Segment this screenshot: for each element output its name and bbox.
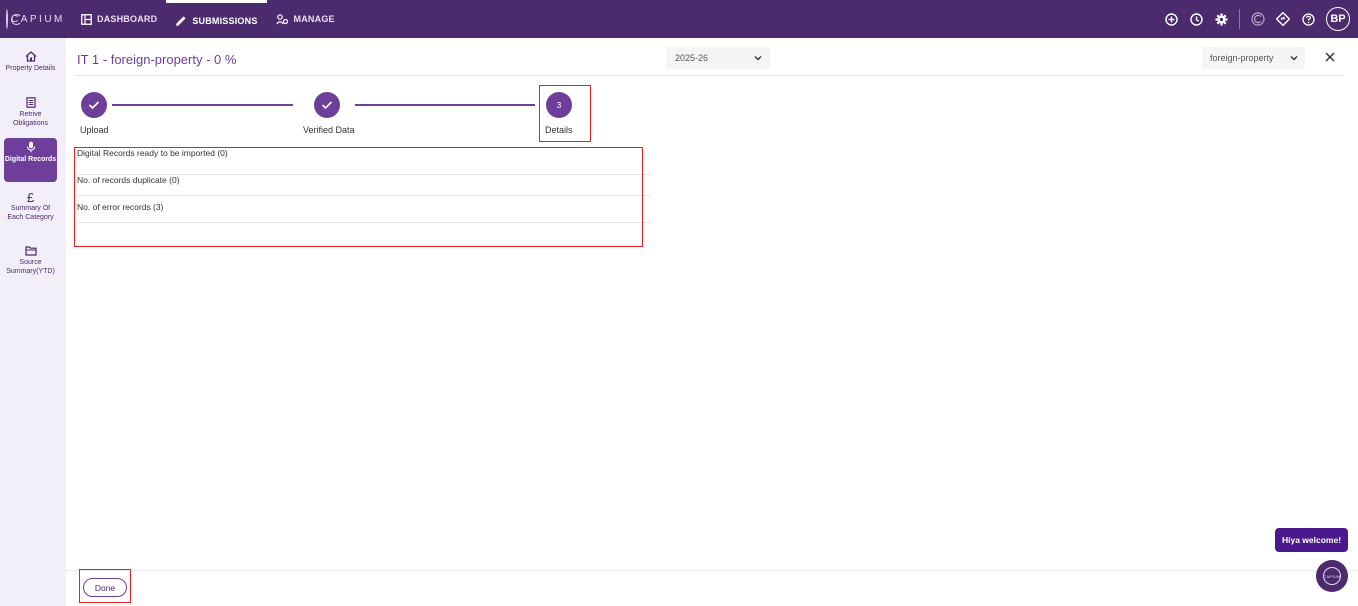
capium-logo-icon <box>6 9 22 29</box>
property-type-select[interactable]: foreign-property <box>1202 47 1305 69</box>
capium-chat-logo-icon: CAPIUM <box>1323 567 1341 585</box>
pencil-icon <box>176 15 186 26</box>
manage-users-icon <box>275 13 288 24</box>
document-icon <box>25 97 36 108</box>
sidebar-item-label: Retrive Obligations <box>12 111 49 127</box>
step-upload-complete <box>81 92 107 118</box>
user-avatar[interactable]: BP <box>1326 7 1350 31</box>
header-divider <box>75 75 1343 76</box>
home-icon <box>25 51 36 62</box>
settings-gear-icon[interactable] <box>1214 12 1228 26</box>
clock-icon[interactable] <box>1189 12 1203 26</box>
highlight-box-done <box>79 569 131 603</box>
sidebar-item-label: Digital Records <box>4 156 57 163</box>
nav-manage[interactable]: MANAGE <box>267 0 344 38</box>
property-type-value: foreign-property <box>1210 53 1274 63</box>
dashboard-icon <box>81 13 92 25</box>
help-icon[interactable] <box>1301 12 1315 26</box>
chevron-down-icon <box>1290 56 1298 61</box>
step-verified-complete <box>314 92 340 118</box>
highlight-box-details-step <box>539 85 591 142</box>
sidebar-item-label: Source Summary(YTD) <box>6 259 55 275</box>
tax-year-value: 2025-26 <box>675 53 709 63</box>
sidebar-item-summary-of-each-category[interactable]: £ Summary Of Each Category <box>4 188 57 222</box>
top-navigation-bar: CAPIUM DASHBOARD SUBMISSIONS MANAGE BP <box>0 0 1358 38</box>
sidebar-item-digital-records[interactable]: Digital Records <box>4 138 57 182</box>
check-icon <box>321 101 333 110</box>
main-content: IT 1 - foreign-property - 0 % 2025-26 fo… <box>66 38 1358 606</box>
page-title: IT 1 - foreign-property - 0 % <box>77 52 237 67</box>
nav-dashboard[interactable]: DASHBOARD <box>72 0 166 38</box>
left-sidebar: Property Details Retrive Obligations Dig… <box>0 38 66 606</box>
step-label-upload: Upload <box>80 125 109 135</box>
chat-launcher-button[interactable]: CAPIUM <box>1316 560 1348 592</box>
nav-manage-label: MANAGE <box>293 14 335 24</box>
sidebar-item-retrive-obligations[interactable]: Retrive Obligations <box>4 94 57 128</box>
chat-welcome-bubble[interactable]: Hiya welcome! <box>1275 528 1348 552</box>
close-icon[interactable] <box>1323 50 1337 64</box>
sidebar-item-property-details[interactable]: Property Details <box>4 48 57 73</box>
chevron-down-icon <box>754 56 762 61</box>
sidebar-item-label: Property Details <box>5 65 56 72</box>
check-icon <box>88 101 100 110</box>
step-connector <box>112 104 293 106</box>
add-circle-icon[interactable] <box>1164 12 1178 26</box>
tax-year-select[interactable]: 2025-26 <box>666 47 770 69</box>
footer-divider <box>66 570 1358 571</box>
step-label-verified-data: Verified Data <box>303 125 355 135</box>
top-right-toolbar: BP <box>1153 0 1350 38</box>
main-nav: DASHBOARD SUBMISSIONS MANAGE <box>72 0 344 38</box>
step-connector <box>355 104 535 106</box>
diamond-direction-icon[interactable] <box>1276 12 1290 26</box>
sidebar-item-source-summary[interactable]: Source Summary(YTD) <box>4 243 57 276</box>
nav-submissions[interactable]: SUBMISSIONS <box>166 0 267 38</box>
highlight-box-records <box>74 147 643 247</box>
capium-apps-icon[interactable] <box>1251 12 1265 26</box>
capium-logo[interactable]: CAPIUM <box>6 9 64 29</box>
nav-submissions-label: SUBMISSIONS <box>192 15 258 26</box>
nav-dashboard-label: DASHBOARD <box>97 14 158 24</box>
microphone-icon <box>26 141 35 153</box>
folder-icon <box>24 246 37 256</box>
sidebar-item-label: Summary Of Each Category <box>7 205 54 221</box>
pound-icon: £ <box>26 190 35 205</box>
toolbar-divider <box>1239 9 1240 29</box>
